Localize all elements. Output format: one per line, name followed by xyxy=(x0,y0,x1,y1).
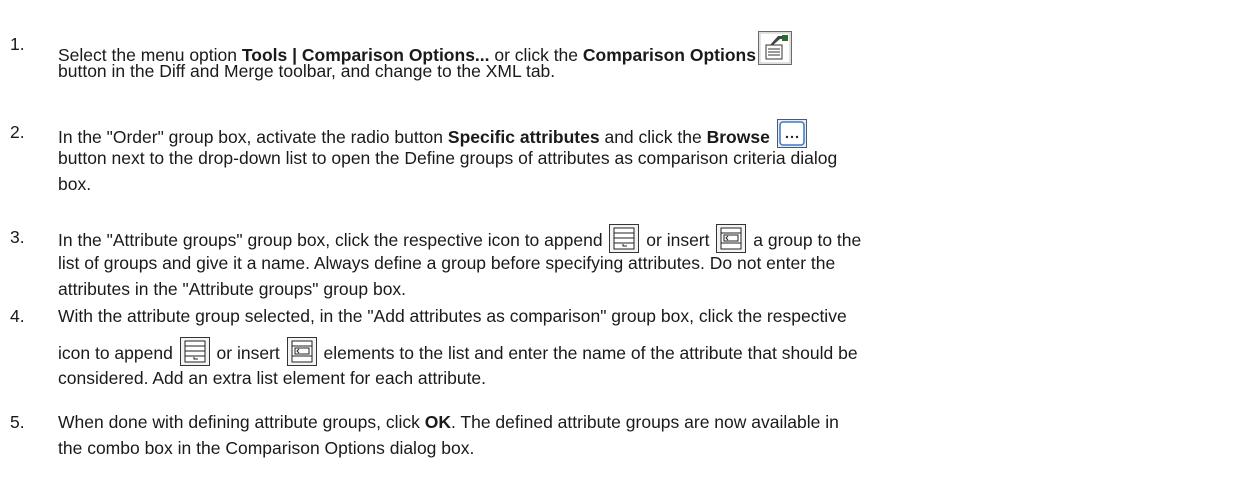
step-text-line: box. xyxy=(58,174,92,194)
step-text-line: the combo box in the Comparison Options … xyxy=(58,438,475,458)
step-text-line: button in the Diff and Merge toolbar, an… xyxy=(58,61,556,81)
text: a group to the xyxy=(748,230,862,250)
step-text-line: In the "Attribute groups" group box, cli… xyxy=(58,224,861,253)
browse-icon xyxy=(776,119,807,148)
option-name: Specific attributes xyxy=(447,127,600,147)
insert-icon xyxy=(286,337,317,366)
text: When done with defining attribute groups… xyxy=(58,412,425,432)
step-number: 5. xyxy=(10,412,25,432)
button-name: Comparison Options xyxy=(582,45,756,65)
step-text-line: list of groups and give it a name. Alway… xyxy=(58,253,836,273)
insert-icon xyxy=(716,224,747,253)
comparison-options-icon xyxy=(757,31,792,65)
button-name: Browse xyxy=(706,127,770,147)
document-page: { "steps": [ { "number": "1.", "l1_a": "… xyxy=(0,0,1256,497)
step-text-line: button next to the drop-down list to ope… xyxy=(58,148,838,168)
step-text-line: icon to append or insert elements to the… xyxy=(58,337,858,366)
text: or insert xyxy=(211,343,285,363)
step-number: 2. xyxy=(10,122,25,142)
button-name: OK xyxy=(424,412,451,432)
step-number: 4. xyxy=(10,306,25,326)
text: In the "Order" group box, activate the r… xyxy=(58,127,448,147)
text: elements to the list and enter the name … xyxy=(318,343,858,363)
text: In the "Attribute groups" group box, cli… xyxy=(58,230,608,250)
append-icon xyxy=(609,224,640,253)
append-icon xyxy=(179,337,210,366)
step-text-line: With the attribute group selected, in th… xyxy=(58,306,847,326)
step-text-line: When done with defining attribute groups… xyxy=(58,409,839,435)
text: icon to append xyxy=(58,343,178,363)
text: or insert xyxy=(641,230,715,250)
text: and click the xyxy=(599,127,707,147)
step-number: 3. xyxy=(10,227,25,247)
text: . The defined attribute groups are now a… xyxy=(450,412,839,432)
step-number: 1. xyxy=(10,34,25,54)
step-text-line: attributes in the "Attribute groups" gro… xyxy=(58,279,407,299)
step-text-line: considered. Add an extra list element fo… xyxy=(58,368,487,388)
